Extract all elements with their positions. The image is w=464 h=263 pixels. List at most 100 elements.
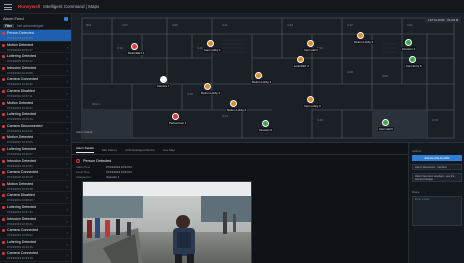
floor-plan-map[interactable]: 1ST FLOOR · PLAN B 504 3.07 3.06 4.11 4.43 3.… bbox=[72, 14, 464, 142]
severity-icon bbox=[2, 159, 5, 163]
alarm-list-item[interactable]: Loitering Detected 07/19/2019 10:37:44 › bbox=[0, 204, 71, 216]
alarm-timestamp: 07/19/2019 10:35:02 bbox=[7, 233, 33, 238]
info-key: Alarm Time bbox=[76, 164, 91, 169]
alarm-timestamp: 07/19/2019 10:51:47 bbox=[7, 47, 33, 52]
tab-live-map[interactable]: Live Map bbox=[163, 148, 175, 154]
alarm-timestamp: 07/19/2019 10:33:40 bbox=[7, 256, 33, 261]
alarm-timestamp: 07/19/2019 10:39:38 bbox=[7, 186, 33, 191]
detail-section-title: Alarm Detail bbox=[76, 130, 93, 134]
menu-icon[interactable] bbox=[4, 3, 12, 10]
camera-marker-label: Cam Lobby 1 bbox=[203, 48, 222, 52]
camera-marker-icon[interactable] bbox=[262, 120, 269, 127]
alarm-list-item[interactable]: Motion Detected 07/19/2019 10:46:02 › bbox=[0, 100, 71, 112]
alarm-list-item[interactable]: Camera Disabled 07/19/2019 10:47:11 › bbox=[0, 88, 71, 100]
chevron-right-icon: › bbox=[66, 148, 68, 154]
info-value: 07/19/2019 10:52:03 bbox=[106, 169, 132, 174]
room-label: 4.06 bbox=[382, 74, 388, 78]
alarm-timestamp: 07/19/2019 10:41:53 bbox=[7, 163, 33, 168]
alarm-list-item[interactable]: Loitering Detected 07/19/2019 10:34:15 › bbox=[0, 239, 71, 251]
camera-marker-icon[interactable] bbox=[405, 39, 412, 46]
severity-icon bbox=[2, 229, 5, 233]
alarm-filter[interactable]: Filter Not acknowledged bbox=[0, 23, 71, 30]
alarm-list-item[interactable]: Motion Detected 07/19/2019 10:39:38 › bbox=[0, 181, 71, 193]
camera-marker-icon[interactable] bbox=[204, 83, 211, 90]
alarm-list-item[interactable]: Camera Disconnected 07/19/2019 10:44:40 › bbox=[0, 123, 71, 135]
camera-marker-icon[interactable] bbox=[357, 32, 364, 39]
alarm-info-header: Person Detected bbox=[76, 157, 404, 164]
alarm-list-item[interactable]: Motion Detected 07/19/2019 10:43:05 › bbox=[0, 134, 71, 146]
actions-label: Actions bbox=[412, 149, 422, 153]
camera-marker-icon[interactable] bbox=[172, 113, 179, 120]
escalate-alarm-button[interactable]: ESCALATE ALARM bbox=[412, 155, 462, 161]
camera-marker-icon[interactable] bbox=[382, 119, 389, 126]
alarm-list-item[interactable]: Loitering Detected 07/19/2019 10:50:12 › bbox=[0, 53, 71, 65]
room-label: 4.40 bbox=[197, 46, 203, 50]
info-row: Assigned to Operator 1 bbox=[76, 174, 404, 179]
alarm-list-item[interactable]: Intrusion Detected 07/19/2019 10:36:21 › bbox=[0, 216, 71, 228]
alarm-list-item[interactable]: Intrusion Detected 07/19/2019 10:49:58 › bbox=[0, 65, 71, 77]
alarm-timestamp: 07/19/2019 10:47:11 bbox=[7, 93, 33, 98]
severity-icon bbox=[2, 182, 5, 186]
chevron-right-icon: › bbox=[66, 183, 68, 189]
severity-icon bbox=[2, 171, 5, 175]
camera-marker-icon[interactable] bbox=[160, 76, 167, 83]
chevron-right-icon: › bbox=[66, 56, 68, 62]
room-label: S01.1 bbox=[92, 102, 100, 106]
camera-marker-icon[interactable] bbox=[230, 100, 237, 107]
alarm-list-item[interactable]: Person Detected 07/19/2019 10:52:03 › bbox=[0, 30, 71, 42]
camera-marker-icon[interactable] bbox=[255, 72, 262, 79]
room-label: 4.15 bbox=[187, 92, 193, 96]
alarm-feed-header: Alarm Feed bbox=[0, 14, 71, 23]
room-label: 3.07 bbox=[122, 23, 128, 27]
camera-marker-icon[interactable] bbox=[207, 40, 214, 47]
floor-level-selector[interactable]: 1ST FLOOR · PLAN B bbox=[425, 17, 461, 23]
chevron-right-icon: › bbox=[66, 160, 68, 166]
alarm-detail-panel: Alarm Detail Alarm Details Site History … bbox=[72, 130, 408, 263]
notes-input[interactable]: Enter a note bbox=[412, 196, 462, 226]
alarm-list-item[interactable]: Camera Connected 07/19/2019 10:40:16 › bbox=[0, 169, 71, 181]
camera-marker-label: Intrusion 6 bbox=[258, 128, 274, 132]
camera-marker-icon[interactable] bbox=[307, 96, 314, 103]
severity-icon bbox=[2, 43, 5, 47]
alarm-list-item[interactable]: Motion Detected 07/19/2019 10:51:47 › bbox=[0, 42, 71, 54]
alarm-list-item[interactable]: Loitering Detected 07/19/2019 10:45:19 › bbox=[0, 111, 71, 123]
alarm-timestamp: 07/19/2019 10:52:03 bbox=[7, 36, 33, 40]
room-label: 3.01 bbox=[407, 23, 413, 27]
alarm-timestamp: 07/19/2019 10:45:19 bbox=[7, 117, 33, 122]
camera-marker-label: Cam Entry 5 bbox=[405, 64, 423, 68]
app-title: Intelligent Command | Maps bbox=[43, 4, 100, 9]
alarm-list-item[interactable]: Loitering Detected 07/19/2019 10:42:27 › bbox=[0, 146, 71, 158]
camera-marker-icon[interactable] bbox=[307, 40, 314, 47]
severity-icon bbox=[2, 55, 5, 59]
camera-marker-label: Motion Lobby 3 bbox=[353, 40, 375, 44]
camera-marker-icon[interactable] bbox=[297, 56, 304, 63]
notes-label: Notes bbox=[412, 190, 420, 194]
status-dropdown[interactable]: Alarm Resolved - Verified bbox=[412, 164, 462, 170]
alarm-list-item[interactable]: Camera Connected 07/19/2019 10:33:40 › bbox=[0, 250, 71, 262]
alarm-list: Person Detected 07/19/2019 10:52:03 › Motio… bbox=[0, 30, 71, 262]
alarm-list-item[interactable]: Camera Disabled 07/19/2019 10:38:09 › bbox=[0, 192, 71, 204]
alarm-timestamp: 07/19/2019 10:34:15 bbox=[7, 244, 33, 249]
resolution-note: Alarm has been resolved - see the camera… bbox=[412, 173, 462, 182]
chevron-right-icon: › bbox=[66, 172, 68, 178]
camera-video-feed[interactable] bbox=[82, 181, 252, 263]
room-label: 3.47 bbox=[347, 23, 353, 27]
camera-marker-icon[interactable] bbox=[131, 43, 138, 50]
alarm-info: Person Detected Alarm Time 07/19/2019 10… bbox=[72, 155, 408, 181]
chevron-right-icon: › bbox=[66, 195, 68, 201]
alarm-timestamp: 07/19/2019 10:50:12 bbox=[7, 59, 33, 64]
alarm-list-item[interactable]: Intrusion Detected 07/19/2019 10:41:53 › bbox=[0, 158, 71, 170]
filter-tag[interactable]: Filter bbox=[3, 24, 15, 28]
severity-icon bbox=[2, 32, 5, 35]
alarm-list-item[interactable]: Camera Connected 07/19/2019 10:48:30 › bbox=[0, 76, 71, 88]
alarm-count-badge[interactable] bbox=[64, 16, 68, 21]
chevron-right-icon: › bbox=[66, 230, 68, 236]
camera-marker-label: Intrusion 4 bbox=[401, 47, 417, 51]
alarm-title: Person Detected bbox=[83, 158, 112, 163]
tab-alarm-details[interactable]: Alarm Details bbox=[76, 146, 94, 153]
tab-acknowledged-alarms[interactable]: Acknowledged Alarms bbox=[125, 148, 155, 154]
alarm-list-item[interactable]: Camera Connected 07/19/2019 10:35:02 › bbox=[0, 227, 71, 239]
info-key: Assigned to bbox=[76, 174, 91, 179]
camera-marker-icon[interactable] bbox=[409, 56, 416, 63]
tab-site-history[interactable]: Site History bbox=[102, 148, 117, 154]
